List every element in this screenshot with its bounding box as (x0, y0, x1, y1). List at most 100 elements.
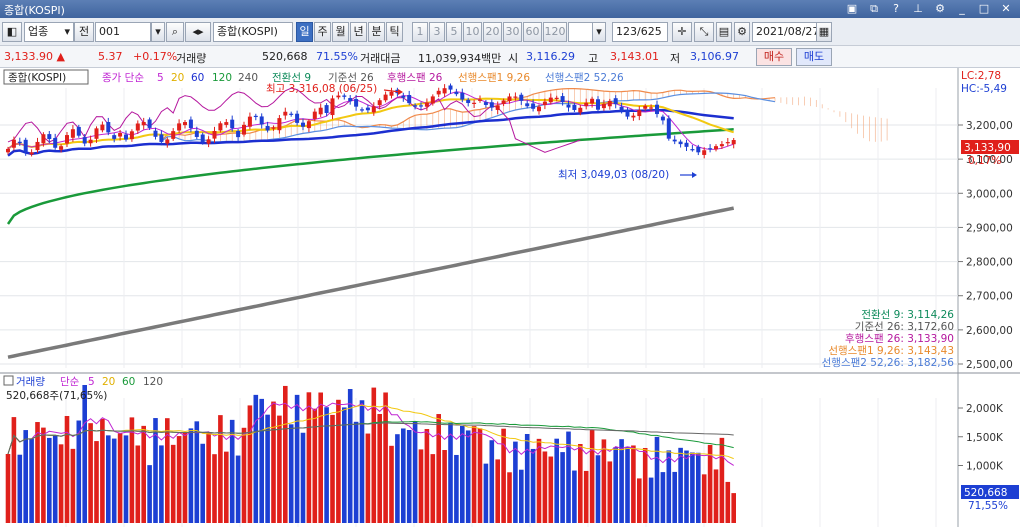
gear-icon[interactable]: ⚙ (734, 22, 750, 42)
candle-body (472, 102, 477, 104)
calendar-icon[interactable]: ▦ (816, 22, 832, 42)
interval-option-10[interactable]: 10 (463, 22, 482, 42)
kijun-value: 기준선 26: 3,172,60 (855, 321, 954, 333)
lc-label: LC:2,78 (961, 70, 1001, 82)
period-tab-0[interactable]: 일 (296, 22, 313, 42)
count-field[interactable]: 123/625 (612, 22, 668, 42)
candle-body (365, 107, 370, 111)
name-field[interactable]: 종합(KOSPI) (213, 22, 293, 42)
volume-bar (377, 413, 382, 523)
volume-bar (601, 439, 607, 523)
volume-bar (389, 445, 394, 523)
volume-bar (135, 445, 141, 523)
interval-option-3[interactable]: 3 (429, 22, 445, 42)
candle-body (218, 123, 223, 131)
candle-body (501, 100, 506, 105)
span1-value: 선행스팬1 9,26: 3,143,43 (828, 345, 954, 357)
candle-body (454, 91, 459, 95)
volume-bar (690, 452, 695, 523)
candle-body (94, 128, 99, 139)
interval-option-60[interactable]: 60 (523, 22, 542, 42)
volume-bar (47, 437, 52, 523)
close-icon[interactable]: ✕ (998, 1, 1014, 16)
chart-area[interactable]: 종합(KOSPI) 종가 단순 5 20 60 120 240 전환선 9 기준… (0, 68, 1020, 527)
volume-tick-label: 1,500K (966, 432, 1004, 444)
date-field[interactable]: 2021/08/27 (752, 22, 818, 42)
volume-bar (206, 432, 211, 523)
restore-icon[interactable]: ⧉ (866, 1, 882, 16)
interval-option-30[interactable]: 30 (503, 22, 522, 42)
volume-current-text: 520,668주(71,65%) (6, 390, 107, 402)
volume-bar (625, 446, 630, 523)
candle-body (259, 116, 264, 125)
pin-icon[interactable]: ▣ (844, 1, 860, 16)
volume-bar (5, 454, 11, 523)
high-label: 고 (588, 52, 599, 65)
candle-body (483, 102, 488, 105)
save-icon[interactable]: ▤ (716, 22, 732, 42)
buy-button[interactable]: 매수 (756, 48, 792, 66)
candle-body (188, 119, 193, 129)
volume-bar (283, 385, 288, 523)
candle-body (537, 106, 541, 112)
crosshair-icon[interactable]: ✛ (672, 22, 692, 42)
candle-body (684, 142, 689, 147)
volume-bar (235, 455, 241, 523)
candle-body (495, 105, 500, 110)
volume-bar (141, 425, 146, 523)
candle-body (554, 97, 559, 99)
candle-body (613, 98, 618, 105)
maximize-icon[interactable]: □ (976, 1, 992, 16)
tools-icon[interactable]: ⊥ (910, 1, 926, 16)
market-select[interactable]: 업종 ▾ (24, 22, 74, 42)
current-price: 3,133.90 ▲ (4, 50, 65, 63)
volume-bar (460, 426, 465, 523)
volume-bar (336, 399, 341, 523)
interval-option-20[interactable]: 20 (483, 22, 502, 42)
draw-tool-icon[interactable]: ⤡ (694, 22, 714, 42)
volume-bar (100, 418, 105, 523)
volume-bar (554, 438, 559, 523)
change-value: 5.37 (98, 50, 123, 63)
panel-toggle-icon[interactable]: ◧ (2, 22, 22, 42)
volume-label: 거래량 (176, 52, 207, 65)
volume-bar (300, 432, 306, 523)
volume-bar (436, 414, 441, 523)
candle-body (660, 116, 665, 121)
prev-button[interactable]: 전 (74, 22, 94, 42)
period-tab-3[interactable]: 년 (350, 22, 367, 42)
volume-bar (731, 493, 736, 523)
quote-bar: 3,133.90 ▲ 5.37 +0.17% 거래량 520,668 71.55… (0, 46, 1020, 68)
volume-legend-ma5: 5 (88, 376, 95, 388)
volume-bar (501, 428, 506, 523)
volume-bar (725, 481, 731, 523)
sound-icon[interactable]: ◂▸ (185, 22, 211, 42)
candle-body (560, 96, 565, 103)
volume-bar (672, 471, 677, 523)
volume-bar (82, 385, 87, 523)
candle-body (601, 103, 606, 109)
candle-body (725, 142, 730, 144)
period-tab-5[interactable]: 틱 (386, 22, 403, 42)
period-tab-2[interactable]: 월 (332, 22, 349, 42)
help-icon[interactable]: ? (888, 1, 904, 16)
search-icon[interactable]: ⌕ (166, 22, 184, 42)
candle-body (513, 96, 518, 98)
settings-icon[interactable]: ⚙ (932, 1, 948, 16)
volume-bar (666, 450, 672, 523)
interval-dropdown-icon[interactable]: ▾ (592, 22, 606, 42)
interval-option-5[interactable]: 5 (446, 22, 462, 42)
sell-button[interactable]: 매도 (796, 48, 832, 66)
minimize-icon[interactable]: _ (954, 1, 970, 16)
volume-bar (607, 461, 613, 523)
interval-option-1[interactable]: 1 (412, 22, 428, 42)
candle-body (242, 124, 246, 135)
volume-bar (660, 472, 666, 523)
candle-body (23, 139, 28, 152)
period-tab-4[interactable]: 분 (368, 22, 385, 42)
code-input[interactable]: 001 (95, 22, 151, 42)
period-tab-1[interactable]: 주 (314, 22, 331, 42)
interval-option-120[interactable]: 120 (543, 22, 567, 42)
candle-body (371, 106, 376, 113)
code-dropdown-icon[interactable]: ▾ (151, 22, 165, 42)
